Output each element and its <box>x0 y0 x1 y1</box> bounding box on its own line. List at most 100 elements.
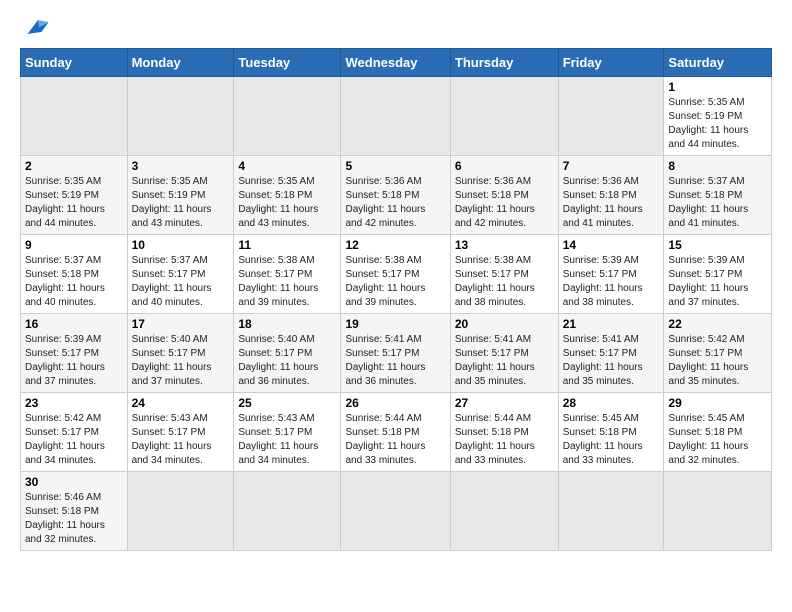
calendar-cell: 22Sunrise: 5:42 AM Sunset: 5:17 PM Dayli… <box>664 314 772 393</box>
day-number: 24 <box>132 396 230 410</box>
calendar-week-row: 9 Sunrise: 5:37 AM Sunset: 5:18 PM Daylig… <box>21 235 772 314</box>
calendar-cell: 27Sunrise: 5:44 AM Sunset: 5:18 PM Dayli… <box>450 393 558 472</box>
day-info: Sunrise: 5:35 AM Sunset: 5:19 PM Dayligh… <box>668 96 767 152</box>
calendar-cell: 28 Sunrise: 5:45 AM Sunset: 5:18 PM Dayli… <box>558 393 664 472</box>
calendar-header-thursday: Thursday <box>450 49 558 77</box>
calendar-cell: 4Sunrise: 5:35 AM Sunset: 5:18 PM Daylig… <box>234 156 341 235</box>
calendar-cell: 26 Sunrise: 5:44 AM Sunset: 5:18 PM Dayli… <box>341 393 450 472</box>
calendar-header-tuesday: Tuesday <box>234 49 341 77</box>
day-info: Sunrise: 5:38 AM Sunset: 5:17 PM Dayligh… <box>455 254 554 310</box>
calendar-header-friday: Friday <box>558 49 664 77</box>
day-number: 13 <box>455 238 554 252</box>
day-info: Sunrise: 5:39 AM Sunset: 5:17 PM Dayligh… <box>25 333 123 389</box>
calendar-cell <box>234 77 341 156</box>
calendar-header-monday: Monday <box>127 49 234 77</box>
day-number: 12 <box>345 238 445 252</box>
day-info: Sunrise: 5:45 AM Sunset: 5:18 PM Dayligh… <box>563 412 660 468</box>
day-number: 9 <box>25 238 123 252</box>
calendar-cell: 9 Sunrise: 5:37 AM Sunset: 5:18 PM Daylig… <box>21 235 128 314</box>
day-info: Sunrise: 5:41 AM Sunset: 5:17 PM Dayligh… <box>455 333 554 389</box>
day-info: Sunrise: 5:40 AM Sunset: 5:17 PM Dayligh… <box>132 333 230 389</box>
day-number: 11 <box>238 238 336 252</box>
calendar-cell <box>21 77 128 156</box>
calendar-cell: 10 Sunrise: 5:37 AM Sunset: 5:17 PM Dayli… <box>127 235 234 314</box>
calendar-cell: 15Sunrise: 5:39 AM Sunset: 5:17 PM Dayli… <box>664 235 772 314</box>
calendar-cell: 1Sunrise: 5:35 AM Sunset: 5:19 PM Daylig… <box>664 77 772 156</box>
day-info: Sunrise: 5:38 AM Sunset: 5:17 PM Dayligh… <box>238 254 336 310</box>
day-info: Sunrise: 5:42 AM Sunset: 5:17 PM Dayligh… <box>668 333 767 389</box>
calendar-cell: 25Sunrise: 5:43 AM Sunset: 5:17 PM Dayli… <box>234 393 341 472</box>
day-info: Sunrise: 5:45 AM Sunset: 5:18 PM Dayligh… <box>668 412 767 468</box>
day-number: 19 <box>345 317 445 331</box>
calendar-cell <box>450 77 558 156</box>
day-info: Sunrise: 5:36 AM Sunset: 5:18 PM Dayligh… <box>563 175 660 231</box>
day-number: 7 <box>563 159 660 173</box>
day-info: Sunrise: 5:42 AM Sunset: 5:17 PM Dayligh… <box>25 412 123 468</box>
calendar-cell: 2 Sunrise: 5:35 AM Sunset: 5:19 PM Daylig… <box>21 156 128 235</box>
calendar-cell: 19 Sunrise: 5:41 AM Sunset: 5:17 PM Dayli… <box>341 314 450 393</box>
page-header <box>20 16 772 38</box>
day-number: 2 <box>25 159 123 173</box>
calendar-cell <box>234 472 341 551</box>
day-number: 23 <box>25 396 123 410</box>
calendar-cell: 13 Sunrise: 5:38 AM Sunset: 5:17 PM Dayli… <box>450 235 558 314</box>
calendar-cell: 18 Sunrise: 5:40 AM Sunset: 5:17 PM Dayli… <box>234 314 341 393</box>
day-info: Sunrise: 5:36 AM Sunset: 5:18 PM Dayligh… <box>345 175 445 231</box>
day-number: 10 <box>132 238 230 252</box>
day-info: Sunrise: 5:37 AM Sunset: 5:18 PM Dayligh… <box>668 175 767 231</box>
calendar-cell <box>341 472 450 551</box>
calendar-cell <box>127 472 234 551</box>
calendar-header-sunday: Sunday <box>21 49 128 77</box>
day-info: Sunrise: 5:36 AM Sunset: 5:18 PM Dayligh… <box>455 175 554 231</box>
day-number: 21 <box>563 317 660 331</box>
calendar-header-saturday: Saturday <box>664 49 772 77</box>
day-info: Sunrise: 5:41 AM Sunset: 5:17 PM Dayligh… <box>563 333 660 389</box>
calendar-week-row: 2 Sunrise: 5:35 AM Sunset: 5:19 PM Daylig… <box>21 156 772 235</box>
calendar-cell: 17 Sunrise: 5:40 AM Sunset: 5:17 PM Dayli… <box>127 314 234 393</box>
day-info: Sunrise: 5:43 AM Sunset: 5:17 PM Dayligh… <box>132 412 230 468</box>
day-info: Sunrise: 5:41 AM Sunset: 5:17 PM Dayligh… <box>345 333 445 389</box>
day-info: Sunrise: 5:40 AM Sunset: 5:17 PM Dayligh… <box>238 333 336 389</box>
day-number: 28 <box>563 396 660 410</box>
day-number: 8 <box>668 159 767 173</box>
logo <box>20 16 52 38</box>
calendar-cell: 5 Sunrise: 5:36 AM Sunset: 5:18 PM Daylig… <box>341 156 450 235</box>
calendar-week-row: 23 Sunrise: 5:42 AM Sunset: 5:17 PM Dayli… <box>21 393 772 472</box>
day-number: 17 <box>132 317 230 331</box>
day-number: 18 <box>238 317 336 331</box>
day-info: Sunrise: 5:44 AM Sunset: 5:18 PM Dayligh… <box>345 412 445 468</box>
calendar-cell: 7 Sunrise: 5:36 AM Sunset: 5:18 PM Daylig… <box>558 156 664 235</box>
day-info: Sunrise: 5:39 AM Sunset: 5:17 PM Dayligh… <box>563 254 660 310</box>
day-number: 4 <box>238 159 336 173</box>
day-number: 29 <box>668 396 767 410</box>
calendar-cell: 23 Sunrise: 5:42 AM Sunset: 5:17 PM Dayli… <box>21 393 128 472</box>
calendar-cell: 29 Sunrise: 5:45 AM Sunset: 5:18 PM Dayli… <box>664 393 772 472</box>
calendar-cell: 24 Sunrise: 5:43 AM Sunset: 5:17 PM Dayli… <box>127 393 234 472</box>
calendar-cell: 14Sunrise: 5:39 AM Sunset: 5:17 PM Dayli… <box>558 235 664 314</box>
calendar-cell <box>341 77 450 156</box>
calendar-cell: 20 Sunrise: 5:41 AM Sunset: 5:17 PM Dayli… <box>450 314 558 393</box>
calendar-cell <box>450 472 558 551</box>
calendar-week-row: 1Sunrise: 5:35 AM Sunset: 5:19 PM Daylig… <box>21 77 772 156</box>
calendar-cell: 12 Sunrise: 5:38 AM Sunset: 5:17 PM Dayli… <box>341 235 450 314</box>
day-info: Sunrise: 5:37 AM Sunset: 5:17 PM Dayligh… <box>132 254 230 310</box>
day-info: Sunrise: 5:46 AM Sunset: 5:18 PM Dayligh… <box>25 491 123 547</box>
calendar-cell <box>558 77 664 156</box>
day-number: 3 <box>132 159 230 173</box>
calendar-header-row: SundayMondayTuesdayWednesdayThursdayFrid… <box>21 49 772 77</box>
day-info: Sunrise: 5:38 AM Sunset: 5:17 PM Dayligh… <box>345 254 445 310</box>
day-info: Sunrise: 5:37 AM Sunset: 5:18 PM Dayligh… <box>25 254 123 310</box>
day-number: 5 <box>345 159 445 173</box>
calendar-cell: 8 Sunrise: 5:37 AM Sunset: 5:18 PM Daylig… <box>664 156 772 235</box>
day-info: Sunrise: 5:35 AM Sunset: 5:19 PM Dayligh… <box>25 175 123 231</box>
day-number: 30 <box>25 475 123 489</box>
logo-bird-icon <box>24 16 52 38</box>
day-number: 20 <box>455 317 554 331</box>
day-number: 26 <box>345 396 445 410</box>
calendar-cell: 11 Sunrise: 5:38 AM Sunset: 5:17 PM Dayli… <box>234 235 341 314</box>
day-info: Sunrise: 5:39 AM Sunset: 5:17 PM Dayligh… <box>668 254 767 310</box>
day-info: Sunrise: 5:44 AM Sunset: 5:18 PM Dayligh… <box>455 412 554 468</box>
day-number: 25 <box>238 396 336 410</box>
calendar-table: SundayMondayTuesdayWednesdayThursdayFrid… <box>20 48 772 551</box>
calendar-week-row: 16Sunrise: 5:39 AM Sunset: 5:17 PM Dayli… <box>21 314 772 393</box>
